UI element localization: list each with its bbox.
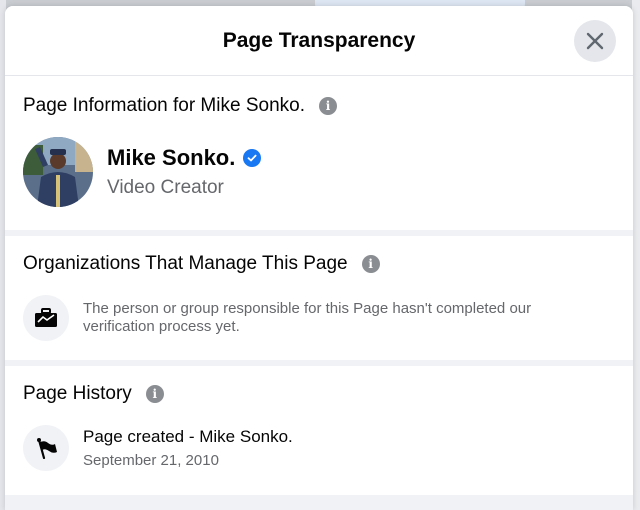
organizations-heading-text: Organizations That Manage This Page [23, 253, 348, 274]
flag-icon [23, 425, 69, 471]
history-date: September 21, 2010 [83, 452, 219, 469]
info-icon[interactable]: i [361, 255, 380, 273]
dialog-title: Page Transparency [222, 28, 416, 52]
page-transparency-dialog: Page Transparency Page Information for M… [5, 6, 633, 510]
history-item-text: Page created - Mike Sonko. September 21,… [83, 427, 293, 469]
background-page-right-edge [632, 0, 640, 510]
page-category: Video Creator [107, 177, 224, 198]
briefcase-icon [23, 295, 69, 341]
profile-text: Mike Sonko. Video Creator [107, 145, 262, 199]
page-information-heading-text: Page Information for Mike Sonko. [23, 95, 305, 116]
page-information-section: Page Information for Mike Sonko. i Mike … [5, 76, 633, 230]
info-icon[interactable]: i [318, 97, 337, 115]
page-name[interactable]: Mike Sonko. [107, 145, 235, 171]
page-history-heading: Page History i [23, 366, 615, 405]
info-icon[interactable]: i [145, 385, 164, 403]
page-name-row: Mike Sonko. [107, 145, 262, 171]
page-profile: Mike Sonko. Video Creator [23, 137, 615, 207]
dialog-header: Page Transparency [5, 6, 633, 76]
page-history-section: Page History i Page created - Mike Sonko… [5, 366, 633, 495]
close-icon [586, 32, 604, 50]
page-history-heading-text: Page History [23, 383, 132, 404]
organizations-heading: Organizations That Manage This Page i [23, 236, 615, 275]
organizations-description: The person or group responsible for this… [83, 300, 532, 335]
page-information-heading: Page Information for Mike Sonko. i [23, 76, 615, 117]
history-event: Page created - Mike Sonko. [83, 427, 293, 446]
organizations-row: The person or group responsible for this… [23, 295, 615, 341]
close-button[interactable] [574, 20, 616, 62]
avatar[interactable] [23, 137, 93, 207]
verified-badge-icon [243, 149, 262, 167]
organizations-section: Organizations That Manage This Page i Th… [5, 236, 633, 360]
history-item: Page created - Mike Sonko. September 21,… [23, 425, 615, 471]
